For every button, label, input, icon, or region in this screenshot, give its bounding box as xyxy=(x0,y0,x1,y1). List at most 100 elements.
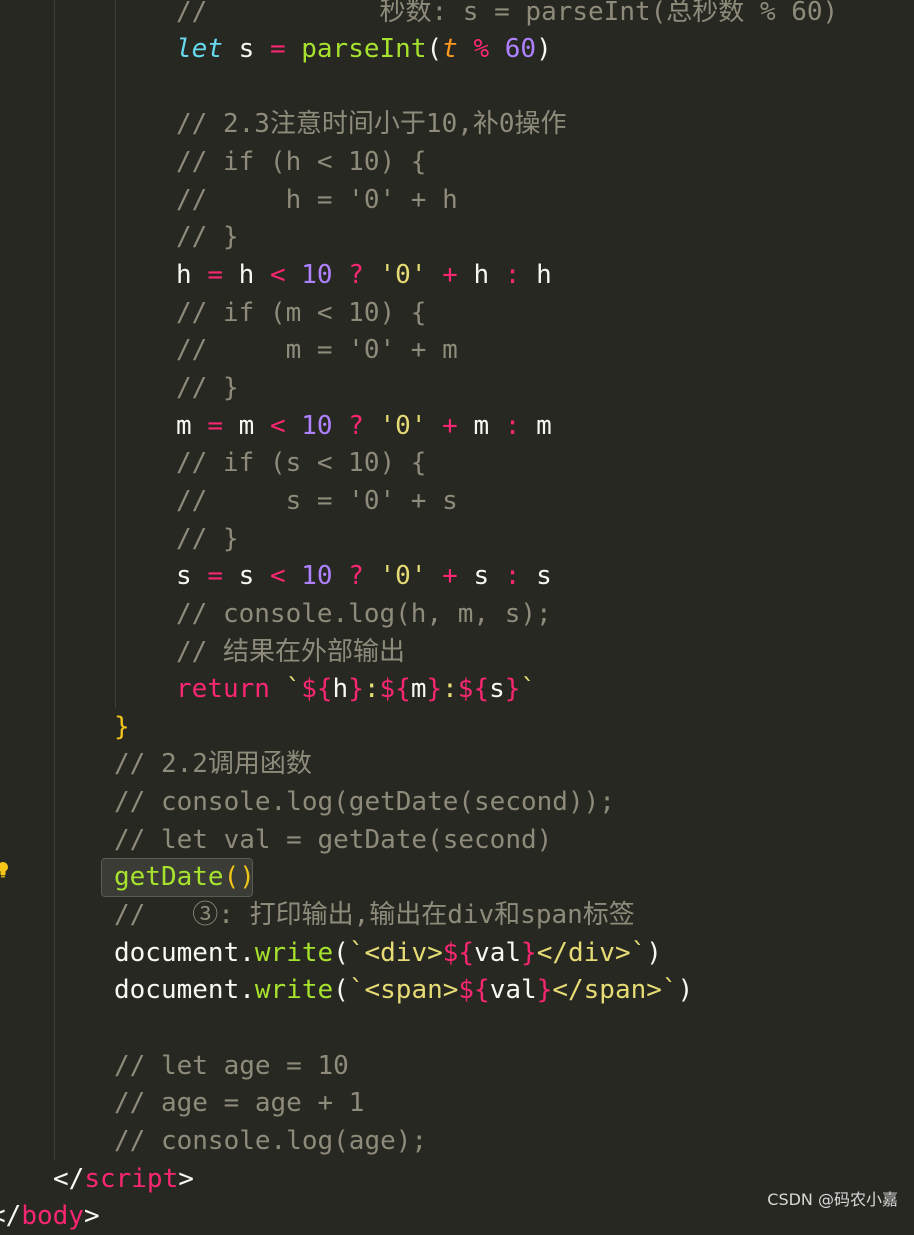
code-line: document.write(`<div>${val}</div>`) xyxy=(114,935,662,972)
code-token: ) xyxy=(536,34,552,64)
code-token: > xyxy=(83,1201,100,1231)
code-token: t xyxy=(442,34,458,64)
code-line: // console.log(age); xyxy=(114,1123,427,1160)
code-token: </ xyxy=(0,1201,22,1231)
code-line: // if (h < 10) { xyxy=(176,144,426,181)
code-token: // ③: 打印输出,输出在div和span标签 xyxy=(114,900,635,930)
code-line: // console.log(h, m, s); xyxy=(176,596,552,633)
code-token: // console.log(getDate(second)); xyxy=(114,787,615,817)
code-token: + xyxy=(442,260,458,290)
code-token: m xyxy=(457,411,505,441)
code-token: val xyxy=(489,975,537,1005)
code-line: // } xyxy=(176,370,239,407)
code-token: // s = '0' + s xyxy=(176,486,458,516)
code-token: script xyxy=(84,1164,179,1194)
code-line: // if (m < 10) { xyxy=(176,295,426,332)
code-token: ` xyxy=(520,674,537,704)
code-token: parseInt xyxy=(301,34,427,64)
code-token: // 2.2调用函数 xyxy=(114,749,312,779)
code-token: () xyxy=(223,862,255,892)
code-line-current[interactable]: getDate() xyxy=(101,858,255,897)
code-token: // } xyxy=(176,524,239,554)
indent-guide xyxy=(115,0,116,708)
code-token: % xyxy=(473,34,490,64)
code-token: val xyxy=(474,938,522,968)
code-token: : xyxy=(442,674,458,704)
code-token: } xyxy=(536,975,553,1005)
code-token: s xyxy=(176,561,208,591)
code-token: // let age = 10 xyxy=(114,1051,349,1081)
code-line: m = m < 10 ? '0' + m : m xyxy=(176,408,552,445)
code-token: s xyxy=(457,561,505,591)
code-token: h xyxy=(332,674,349,704)
code-token: // age = age + 1 xyxy=(114,1088,365,1118)
code-token: getDate xyxy=(114,862,224,892)
code-token: : xyxy=(504,260,521,290)
code-token: // if (h < 10) { xyxy=(176,147,427,177)
code-token: : xyxy=(363,674,380,704)
code-token: ( xyxy=(426,34,443,64)
code-line: h = h < 10 ? '0' + h : h xyxy=(176,257,552,294)
code-token: ( xyxy=(333,938,349,968)
code-token: // h = '0' + h xyxy=(176,185,458,215)
code-token: write xyxy=(254,938,334,968)
code-token: write xyxy=(254,975,334,1005)
code-token: : xyxy=(504,561,521,591)
code-line: document.write(`<span>${val}</span>`) xyxy=(114,972,693,1009)
code-token: ) xyxy=(677,975,694,1005)
code-line: // ③: 打印输出,输出在div和span标签 xyxy=(114,897,635,934)
code-token: ${ xyxy=(442,938,475,968)
code-token: </div>` xyxy=(536,938,647,968)
code-token: m xyxy=(410,674,427,704)
code-token: // if (m < 10) { xyxy=(176,298,427,328)
code-token: ${ xyxy=(379,674,411,704)
code-line: } xyxy=(114,709,130,746)
code-token: } xyxy=(504,674,521,704)
code-token: s xyxy=(520,561,552,591)
code-line: // 2.2调用函数 xyxy=(114,746,312,783)
code-token: s xyxy=(222,561,270,591)
code-token: < xyxy=(269,260,286,290)
code-editor[interactable]: // 秒数: s = parseInt(总秒数 % 60) let s = pa… xyxy=(0,0,914,1231)
code-token: // console.log(h, m, s); xyxy=(176,599,552,629)
code-token: ? xyxy=(348,561,364,591)
code-token: body xyxy=(21,1201,84,1231)
code-token: = xyxy=(207,561,223,591)
code-token: h xyxy=(457,260,505,290)
code-line: // } xyxy=(176,521,239,558)
code-token: // } xyxy=(176,222,239,252)
code-token: = xyxy=(207,260,223,290)
code-token: </ xyxy=(53,1164,85,1194)
code-token: ? xyxy=(348,411,364,441)
code-token: + xyxy=(442,561,458,591)
code-line: </script> xyxy=(53,1161,194,1198)
code-token: // m = '0' + m xyxy=(176,335,458,365)
code-token: // 秒数: s = parseInt(总秒数 % 60) xyxy=(176,0,839,27)
code-token: document. xyxy=(114,938,255,968)
code-token: } xyxy=(521,938,537,968)
code-token: ? xyxy=(348,260,364,290)
code-token: m xyxy=(176,411,208,441)
code-line: // let age = 10 xyxy=(114,1048,349,1085)
lightbulb-icon[interactable] xyxy=(0,861,9,879)
code-line: // let val = getDate(second) xyxy=(114,822,552,859)
code-token: } xyxy=(426,674,443,704)
code-line: // 秒数: s = parseInt(总秒数 % 60) xyxy=(176,0,838,31)
code-token: h xyxy=(222,260,270,290)
code-token: // } xyxy=(176,373,239,403)
code-token: document. xyxy=(114,975,255,1005)
code-token: return xyxy=(176,674,270,704)
code-token: '0' xyxy=(379,561,427,591)
code-token: '0' xyxy=(379,260,427,290)
